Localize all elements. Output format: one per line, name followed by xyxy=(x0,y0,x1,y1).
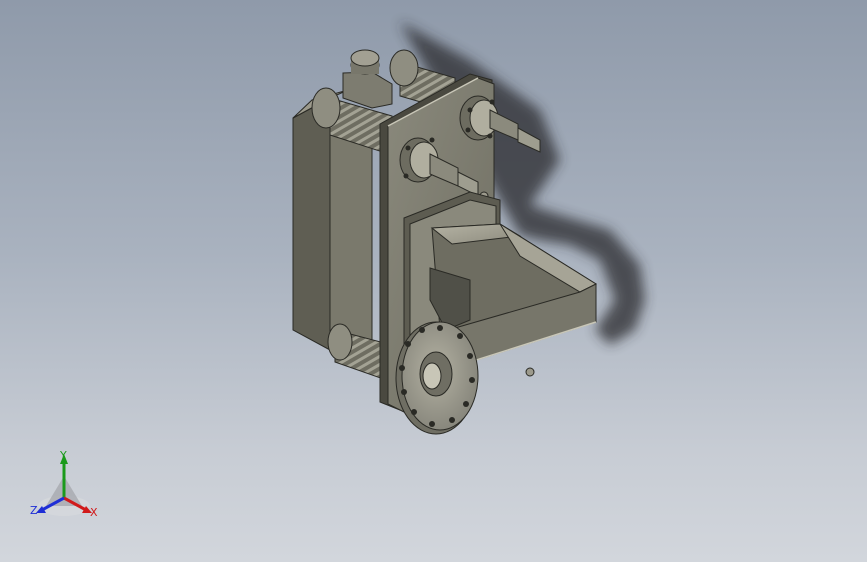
z-axis-label: Z xyxy=(30,504,38,517)
x-axis-label: X xyxy=(90,506,98,519)
graphics-viewport[interactable]: Y X Z xyxy=(0,0,867,562)
output-flange[interactable] xyxy=(395,321,479,435)
view-orientation-triad[interactable]: Y X Z xyxy=(22,446,106,524)
top-post[interactable] xyxy=(342,49,393,109)
cad-model-view[interactable] xyxy=(0,0,867,562)
y-axis-label: Y xyxy=(60,449,67,462)
